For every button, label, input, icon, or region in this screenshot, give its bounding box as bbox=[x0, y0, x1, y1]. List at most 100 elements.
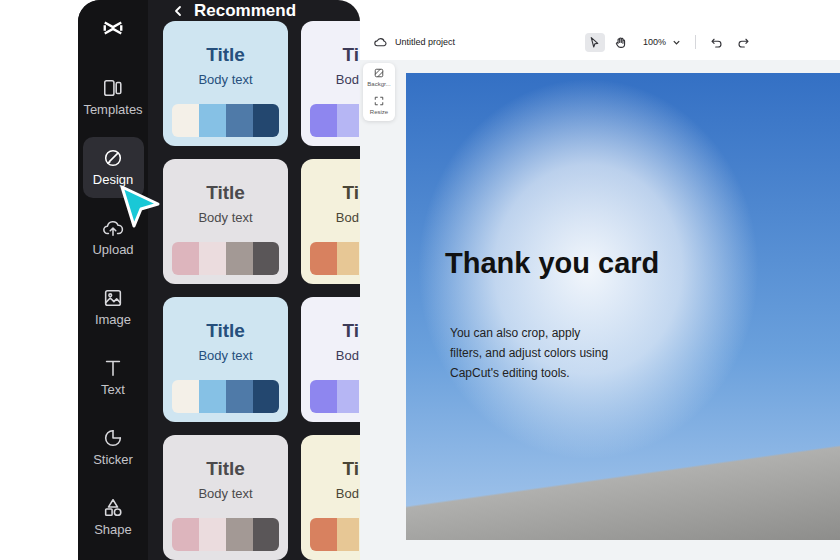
color-swatch bbox=[253, 518, 279, 551]
color-swatch bbox=[199, 242, 226, 275]
redo-icon[interactable] bbox=[737, 36, 750, 49]
rail-label: Upload bbox=[92, 242, 133, 258]
card-title: Title bbox=[172, 457, 279, 481]
rail-item[interactable]: Design bbox=[83, 137, 144, 198]
canvas-tool[interactable]: Resize bbox=[370, 96, 388, 116]
palette-card[interactable]: Title Body text bbox=[163, 21, 288, 146]
card-body: Bod bbox=[310, 347, 359, 365]
card-body: Body text bbox=[172, 71, 279, 89]
editor: Untitled project 100% Backgr... Resize Thank… bbox=[360, 0, 840, 560]
rail-label: Shape bbox=[94, 522, 132, 538]
tool-button[interactable] bbox=[585, 33, 605, 52]
rail-item[interactable]: Image bbox=[83, 277, 144, 338]
color-swatch bbox=[226, 518, 253, 551]
rail-label: Templates bbox=[83, 102, 142, 118]
panel-header: Recommend bbox=[148, 0, 360, 21]
card-body: Body text bbox=[172, 347, 279, 365]
palette-card[interactable]: TiBod bbox=[301, 159, 360, 284]
color-swatch bbox=[337, 104, 359, 137]
color-swatch bbox=[310, 380, 337, 413]
zoom-select[interactable]: 100% bbox=[643, 37, 666, 47]
color-swatch bbox=[199, 518, 226, 551]
color-swatch bbox=[310, 518, 337, 551]
card-title: Title bbox=[172, 181, 279, 205]
canvas-tool-label: Resize bbox=[370, 108, 388, 116]
rail-item[interactable]: Text bbox=[83, 347, 144, 408]
rail-list: Templates Design Upload Image Text Sticker Sha… bbox=[78, 67, 148, 548]
design-icon bbox=[102, 147, 124, 169]
back-chevron-icon[interactable] bbox=[172, 5, 184, 17]
color-swatch bbox=[253, 380, 279, 413]
divider bbox=[695, 35, 696, 49]
rail-label: Design bbox=[93, 172, 133, 188]
cloud-icon[interactable] bbox=[374, 36, 387, 49]
color-swatch bbox=[310, 242, 337, 275]
top-bar: Untitled project 100% bbox=[360, 0, 840, 60]
text-icon bbox=[102, 357, 124, 379]
swatch-row bbox=[172, 242, 279, 275]
hand-icon bbox=[614, 36, 627, 49]
tool-button[interactable] bbox=[611, 33, 631, 52]
rail-item[interactable]: Shape bbox=[83, 487, 144, 548]
color-swatch bbox=[226, 242, 253, 275]
panel-title: Recommend bbox=[194, 1, 296, 21]
card-body: Body text bbox=[172, 209, 279, 227]
rail-item[interactable]: Sticker bbox=[83, 417, 144, 478]
project-name[interactable]: Untitled project bbox=[395, 37, 455, 47]
color-swatch bbox=[253, 104, 279, 137]
card-title: Ti bbox=[310, 457, 359, 481]
shape-icon bbox=[102, 497, 124, 519]
rail-label: Text bbox=[101, 382, 125, 398]
swatch-row bbox=[310, 104, 359, 137]
resize-icon bbox=[374, 96, 384, 106]
canvas-toolbar: Backgr... Resize bbox=[363, 63, 395, 121]
undo-icon[interactable] bbox=[710, 36, 723, 49]
card-title: Title bbox=[172, 319, 279, 343]
zoom-chevron-icon[interactable] bbox=[672, 38, 681, 47]
color-swatch bbox=[172, 104, 199, 137]
sticker-icon bbox=[102, 427, 124, 449]
card-body: Bod bbox=[310, 71, 359, 89]
image-icon bbox=[102, 287, 124, 309]
canvas-body-text[interactable]: You can also crop, apply filters, and ad… bbox=[450, 323, 612, 383]
card-body: Body text bbox=[172, 485, 279, 503]
capcut-editor: Templates Design Upload Image Text Sticker Sha… bbox=[0, 0, 840, 560]
card-title: Ti bbox=[310, 319, 359, 343]
palette-card[interactable]: Ti Bod bbox=[301, 435, 360, 560]
pointer-icon bbox=[588, 36, 601, 49]
palette-card[interactable]: Title Body text bbox=[163, 297, 288, 422]
color-swatch bbox=[253, 242, 279, 275]
rail-item[interactable]: Templates bbox=[83, 67, 144, 128]
card-title: Ti bbox=[310, 43, 359, 67]
logo bbox=[78, 0, 148, 67]
side-panel: Templates Design Upload Image Text Sticker Sha… bbox=[78, 0, 360, 560]
canvas-heading[interactable]: Thank you card bbox=[445, 245, 820, 281]
canvas-tool-label: Backgr... bbox=[367, 80, 390, 88]
canvas-tool[interactable]: Backgr... bbox=[367, 68, 390, 88]
palette-card[interactable]: Title Body text bbox=[163, 159, 288, 284]
color-swatch bbox=[199, 104, 226, 137]
tool-rail: Templates Design Upload Image Text Sticker Sha… bbox=[78, 0, 148, 560]
background-icon bbox=[374, 68, 384, 78]
palette-card[interactable]: Title Body text bbox=[163, 435, 288, 560]
palette-card[interactable]: Ti Bod bbox=[301, 21, 360, 146]
card-title: Ti bbox=[310, 181, 359, 205]
palette-card[interactable]: Ti Bod bbox=[301, 297, 360, 422]
rail-label: Sticker bbox=[93, 452, 133, 468]
capcut-logo-icon[interactable] bbox=[101, 17, 125, 39]
color-swatch bbox=[337, 518, 359, 551]
color-swatch bbox=[172, 380, 199, 413]
color-swatch bbox=[337, 380, 359, 413]
upload-icon bbox=[102, 217, 124, 239]
card-title: Title bbox=[172, 43, 279, 67]
design-canvas[interactable]: Thank you card You can also crop, apply f… bbox=[406, 73, 840, 540]
rail-label: Image bbox=[95, 312, 131, 328]
card-body: Bod bbox=[310, 485, 359, 503]
color-swatch bbox=[172, 242, 199, 275]
color-swatch bbox=[310, 104, 337, 137]
canvas-area: Backgr... Resize Thank you card You can als… bbox=[360, 60, 840, 560]
color-swatch bbox=[199, 380, 226, 413]
templates-icon bbox=[102, 77, 124, 99]
swatch-row bbox=[172, 380, 279, 413]
color-swatch bbox=[172, 518, 199, 551]
